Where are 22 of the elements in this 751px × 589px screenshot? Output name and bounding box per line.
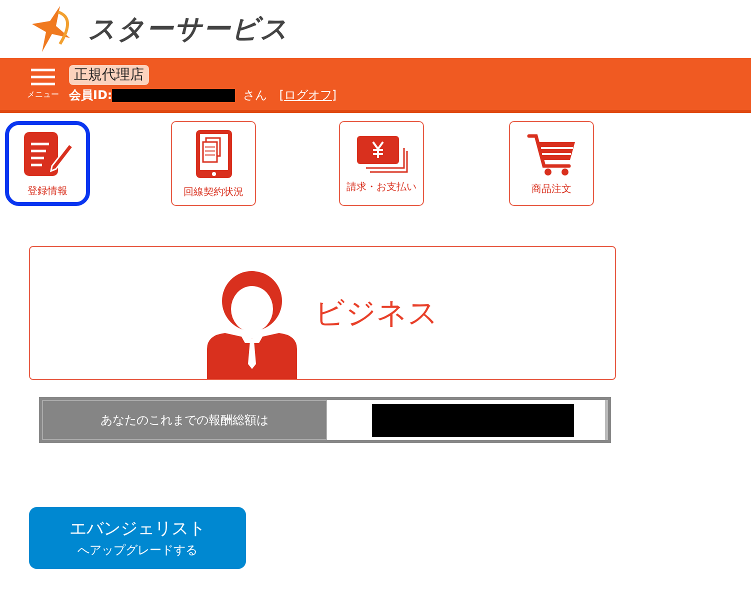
document-pencil-icon [22,130,74,178]
member-id-label: 会員ID: [69,86,112,104]
business-title: ビジネス [314,294,438,332]
menu-tile[interactable]: 登録情報 [5,121,90,206]
rank-badge: 正規代理店 [69,64,149,84]
bracket-text: ] [332,88,337,102]
cart-icon [526,132,576,176]
reward-label: あなたのこれまでの報酬総額は [42,400,327,440]
logo-text: スターサービス [88,13,289,47]
menu-tile[interactable]: 回線契約状況 [171,121,256,206]
menu-tile[interactable]: 商品注文 [509,121,594,206]
upgrade-button[interactable]: エバンジェリスト へアップグレードする [29,507,246,569]
menu-icon [31,68,55,86]
menu-button[interactable]: メニュー [27,68,59,100]
yen-bills-icon [356,134,408,174]
person-icon [206,269,296,379]
logoff-link[interactable]: ログオフ [284,86,332,104]
bracket-text: [ [279,88,284,102]
menu-tile[interactable]: 請求・お支払い [339,121,424,206]
business-card[interactable]: ビジネス [29,246,616,380]
honorific-text: さん [243,86,268,104]
tablet-document-icon [194,128,232,178]
